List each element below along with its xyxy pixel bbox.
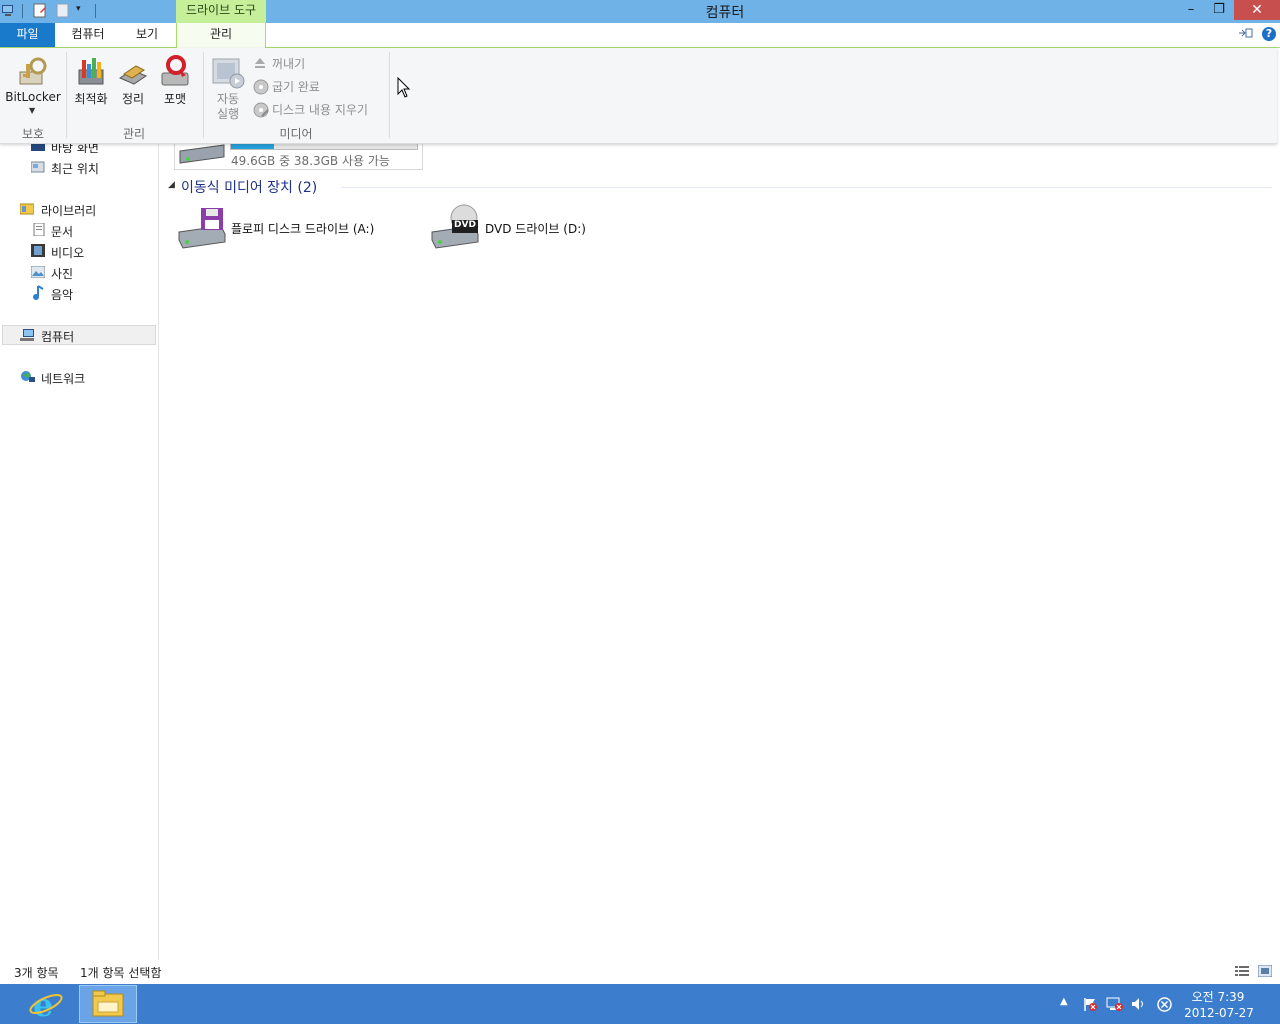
nav-music[interactable]: 음악 [51, 286, 73, 303]
network-status-icon[interactable] [1106, 996, 1124, 1012]
group-separator [389, 52, 390, 138]
disk-usage-fill [231, 144, 274, 149]
removable-section-title[interactable]: 이동식 미디어 장치 (2) [181, 177, 317, 197]
show-hidden-icons-icon[interactable]: ▲ [1060, 996, 1068, 1007]
selection-count: 1개 항목 선택함 [80, 966, 162, 980]
tab-manage[interactable]: 관리 [176, 23, 266, 48]
recent-places-icon [30, 161, 45, 173]
ribbon-collapse-icon[interactable] [1238, 27, 1254, 42]
bitlocker-button[interactable]: BitLocker [4, 90, 62, 104]
erase-disc-icon[interactable] [253, 102, 269, 118]
ribbon-panel: BitLocker ▼ 보호 최적화 정리 포맷 관리 자동 실행 꺼내기 굽기… [0, 48, 1277, 144]
autoplay-button-line2[interactable]: 실행 [208, 105, 248, 122]
clock-date[interactable]: 2012-07-27 [1182, 1006, 1256, 1020]
group-label-protect: 보호 [21, 127, 45, 141]
finish-burning-button[interactable]: 굽기 완료 [272, 78, 320, 95]
videos-icon [31, 244, 45, 257]
network-icon [20, 370, 35, 384]
nav-documents[interactable]: 문서 [51, 223, 73, 240]
section-divider [342, 187, 1272, 188]
finish-burning-icon[interactable] [253, 79, 269, 95]
disk-usage-bar [230, 143, 418, 150]
bitlocker-icon[interactable] [16, 54, 50, 88]
optimize-icon[interactable] [76, 56, 106, 88]
minimize-button[interactable]: – [1178, 0, 1204, 20]
hard-drive-icon [178, 143, 226, 165]
nav-recent-places[interactable]: 최근 위치 [51, 160, 99, 177]
autoplay-icon[interactable] [212, 57, 246, 89]
new-folder-icon[interactable] [56, 3, 70, 19]
disk-free-space: 49.6GB 중 38.3GB 사용 가능 [231, 154, 390, 168]
desktop-icon [31, 143, 45, 151]
qat-customize-icon[interactable]: ▾ [76, 4, 81, 14]
qat-divider [22, 4, 23, 18]
drive-tools-context-label: 드라이브 도구 [176, 0, 266, 23]
collapse-section-icon[interactable]: ◢ [168, 180, 175, 190]
action-center-flag-icon[interactable] [1082, 996, 1098, 1012]
eject-icon[interactable] [253, 56, 267, 70]
music-icon [32, 285, 46, 301]
floppy-drive-label[interactable]: 플로피 디스크 드라이브 (A:) [231, 220, 374, 237]
erase-disc-button[interactable]: 디스크 내용 지우기 [272, 101, 368, 118]
cleanup-button[interactable]: 정리 [114, 90, 152, 107]
dvd-drive-label[interactable]: DVD 드라이브 (D:) [485, 220, 586, 237]
nav-videos[interactable]: 비디오 [51, 244, 84, 261]
pictures-icon [30, 265, 46, 279]
tab-file[interactable]: 파일 [0, 23, 55, 47]
dvd-badge: DVD [454, 220, 476, 230]
mouse-cursor-icon [397, 76, 411, 99]
group-label-media: 미디어 [279, 127, 313, 141]
internet-explorer-icon[interactable]: e [28, 986, 64, 1024]
libraries-icon [19, 203, 35, 215]
error-status-icon[interactable] [1157, 997, 1172, 1012]
nav-pictures[interactable]: 사진 [51, 265, 73, 282]
documents-icon [32, 222, 46, 237]
maximize-button[interactable]: ❐ [1206, 0, 1232, 20]
nav-computer[interactable]: 컴퓨터 [41, 328, 74, 345]
group-label-manage: 관리 [122, 127, 146, 141]
tab-computer[interactable]: 컴퓨터 [60, 23, 116, 47]
properties-icon[interactable] [33, 3, 47, 19]
tab-view[interactable]: 보기 [120, 23, 174, 47]
details-view-icon[interactable] [1235, 965, 1249, 977]
computer-icon[interactable] [1, 5, 14, 17]
clock-time[interactable]: 오전 7:39 [1186, 988, 1250, 1005]
navigation-pane [0, 143, 159, 960]
large-icons-view-icon[interactable] [1257, 964, 1273, 978]
format-button[interactable]: 포맷 [156, 90, 194, 107]
cleanup-icon[interactable] [118, 58, 148, 88]
volume-icon[interactable] [1130, 996, 1146, 1012]
optimize-button[interactable]: 최적화 [68, 90, 114, 107]
qat-divider [95, 4, 96, 18]
eject-button[interactable]: 꺼내기 [272, 55, 305, 72]
bitlocker-dropdown-icon[interactable]: ▼ [29, 106, 35, 115]
nav-libraries[interactable]: 라이브러리 [41, 202, 96, 219]
format-icon[interactable] [160, 53, 192, 89]
computer-icon [20, 329, 34, 341]
close-button[interactable]: ✕ [1234, 0, 1280, 20]
item-count: 3개 항목 [14, 966, 59, 980]
file-explorer-icon [92, 990, 124, 1018]
floppy-drive-icon[interactable] [177, 206, 227, 250]
nav-network[interactable]: 네트워크 [41, 370, 85, 387]
help-icon[interactable]: ? [1262, 27, 1276, 41]
